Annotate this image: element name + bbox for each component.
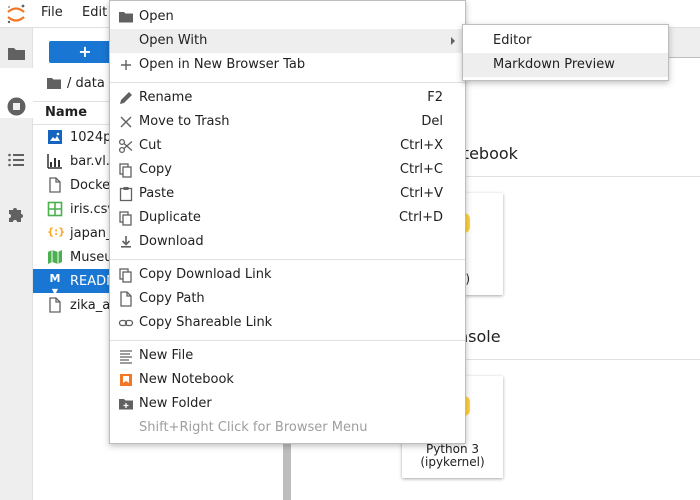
- new-folder-icon: [118, 396, 134, 412]
- vega-chart-icon: [47, 153, 63, 169]
- menu-item-shortcut: Ctrl+V: [400, 186, 443, 201]
- menu-item-label: Copy Path: [139, 291, 205, 306]
- context-menu: Open Open With Open in New Browser Tab R…: [109, 0, 466, 444]
- menu-item-browser-menu-hint: Shift+Right Click for Browser Menu: [110, 416, 465, 440]
- menu-item-shortcut: Ctrl+C: [399, 162, 443, 177]
- menu-item-new-folder[interactable]: New Folder: [110, 392, 465, 416]
- folder-icon[interactable]: [47, 77, 61, 89]
- copy-icon: [118, 210, 134, 226]
- download-icon: [118, 234, 134, 250]
- link-icon: [118, 315, 134, 331]
- menu-item-download[interactable]: Download: [110, 230, 465, 254]
- close-icon: [118, 114, 134, 130]
- menu-separator: [110, 82, 465, 83]
- menu-item-label: Move to Trash: [139, 114, 230, 129]
- table-of-contents-icon[interactable]: [6, 150, 27, 171]
- menu-item-copy-path[interactable]: Copy Path: [110, 287, 465, 311]
- menu-item-label: New File: [139, 348, 194, 363]
- menu-item-label: Rename: [139, 90, 193, 105]
- extension-manager-icon[interactable]: [6, 203, 27, 224]
- folder-icon: [118, 9, 134, 25]
- map-icon: [47, 249, 63, 265]
- menu-item-label: Open in New Browser Tab: [139, 57, 306, 72]
- menu-item-label: Paste: [139, 186, 175, 201]
- menu-item-rename[interactable]: Rename F2: [110, 86, 465, 110]
- jupyter-logo-icon[interactable]: [5, 3, 27, 25]
- menu-item-label: Open With: [139, 33, 208, 48]
- menu-item-label: Shift+Right Click for Browser Menu: [139, 420, 368, 435]
- json-icon: {:}: [47, 227, 66, 238]
- cut-icon: [118, 138, 134, 154]
- copy-icon: [118, 162, 134, 178]
- menu-edit[interactable]: Edit: [82, 5, 107, 20]
- file-browser-icon[interactable]: [6, 43, 27, 64]
- menu-item-label: Cut: [139, 138, 162, 153]
- menu-item-label: Copy Download Link: [139, 267, 272, 282]
- menu-item-label: Copy Shareable Link: [139, 315, 273, 330]
- copy-icon: [118, 267, 134, 283]
- image-icon: [47, 129, 63, 145]
- kernel-subtitle: (ipykernel): [420, 455, 485, 469]
- menu-item-label: Open: [139, 9, 174, 24]
- menu-item-cut[interactable]: Cut Ctrl+X: [110, 134, 465, 158]
- file-name: japan_: [70, 225, 113, 241]
- add-icon: [118, 57, 134, 73]
- menu-item-copy-download-link[interactable]: Copy Download Link: [110, 263, 465, 287]
- chevron-right-icon: [451, 37, 455, 45]
- file-icon: [118, 291, 134, 307]
- file-name: bar.vl.: [70, 153, 110, 169]
- notebook-icon: [118, 372, 134, 388]
- breadcrumb-path[interactable]: / data: [67, 76, 105, 91]
- menu-item-duplicate[interactable]: Duplicate Ctrl+D: [110, 206, 465, 230]
- menu-separator: [110, 340, 465, 341]
- left-activity-bar: [0, 28, 33, 500]
- menu-item-copy[interactable]: Copy Ctrl+C: [110, 158, 465, 182]
- menu-item-copy-shareable-link[interactable]: Copy Shareable Link: [110, 311, 465, 335]
- menu-item-label: Copy: [139, 162, 172, 177]
- column-header-label: Name: [45, 105, 88, 120]
- menu-item-open-new-tab[interactable]: Open in New Browser Tab: [110, 53, 465, 77]
- menu-item-move-to-trash[interactable]: Move to Trash Del: [110, 110, 465, 134]
- file-name: Docke: [70, 177, 111, 193]
- menu-item-shortcut: Ctrl+X: [400, 138, 443, 153]
- text-file-icon: [118, 348, 134, 364]
- menu-file[interactable]: File: [41, 5, 63, 20]
- submenu-item-label: Editor: [493, 33, 532, 48]
- breadcrumb: / data: [47, 74, 105, 92]
- menu-item-label: Download: [139, 234, 204, 249]
- menu-separator: [110, 259, 465, 260]
- menu-item-label: Duplicate: [139, 210, 201, 225]
- menu-item-open-with[interactable]: Open With: [110, 29, 465, 53]
- menu-item-shortcut: Ctrl+D: [398, 210, 443, 225]
- menu-item-paste[interactable]: Paste Ctrl+V: [110, 182, 465, 206]
- file-icon: [47, 297, 63, 313]
- menu-item-shortcut: F2: [427, 90, 443, 105]
- menu-item-new-file[interactable]: New File: [110, 344, 465, 368]
- menu-item-new-notebook[interactable]: New Notebook: [110, 368, 465, 392]
- menu-item-label: New Folder: [139, 396, 212, 411]
- spreadsheet-icon: [47, 201, 63, 217]
- menu-item-shortcut: Del: [421, 114, 443, 129]
- paste-icon: [118, 186, 134, 202]
- file-name: zika_a: [70, 297, 111, 313]
- submenu-item-editor[interactable]: Editor: [463, 29, 668, 53]
- file-name: Museu: [70, 249, 113, 265]
- open-with-submenu: Editor Markdown Preview: [462, 24, 669, 81]
- menu-item-open[interactable]: Open: [110, 5, 465, 29]
- submenu-item-markdown-preview[interactable]: Markdown Preview: [463, 53, 668, 77]
- file-name: 1024p: [70, 129, 112, 145]
- file-icon: [47, 177, 63, 193]
- edit-icon: [118, 90, 134, 106]
- running-sessions-icon[interactable]: [6, 96, 27, 117]
- markdown-icon: M ▼: [49, 272, 61, 296]
- submenu-item-label: Markdown Preview: [493, 57, 615, 72]
- menu-item-label: New Notebook: [139, 372, 234, 387]
